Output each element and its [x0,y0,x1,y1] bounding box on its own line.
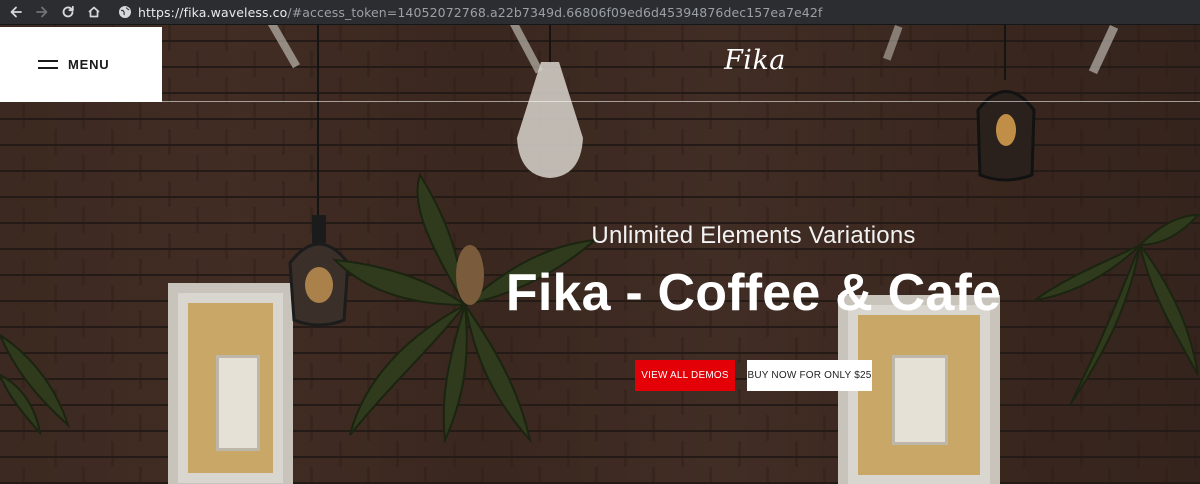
hanging-plant [0,333,70,435]
pendant-lamp [976,90,1036,182]
framed-illustration [216,355,260,451]
hero-section [0,25,1200,484]
hamburger-icon [38,59,58,70]
url-text: https://fika.waveless.co/#access_token=1… [138,5,822,20]
reload-icon [62,5,74,18]
back-button[interactable] [6,2,26,22]
menu-button[interactable]: MENU [0,27,162,102]
reload-button[interactable] [58,2,78,22]
picture-frame [168,283,293,484]
lamp-cord [1004,25,1006,80]
forward-button[interactable] [32,2,52,22]
brick-row [0,51,1200,77]
home-icon [88,6,100,18]
url-domain: https://fika.waveless.co [138,4,288,20]
view-all-demos-button[interactable]: VIEW ALL DEMOS [635,360,735,391]
menu-label: MENU [68,57,110,72]
brick-row [0,25,1200,51]
lamp-cord [317,25,319,225]
buy-now-button[interactable]: BUY NOW FOR ONLY $25 [747,360,872,391]
site-logo[interactable]: Fika [700,45,810,76]
arrow-left-icon [10,6,22,18]
address-bar[interactable]: https://fika.waveless.co/#access_token=1… [118,5,822,20]
framed-illustration [892,355,948,445]
globe-icon [119,6,131,18]
pendant-lamp [517,62,583,178]
home-button[interactable] [84,2,104,22]
header-divider [162,101,1200,102]
browser-toolbar: https://fika.waveless.co/#access_token=1… [0,0,1200,25]
arrow-right-icon [36,6,48,18]
url-path: /#access_token=14052072768.a22b7349d.668… [287,4,823,20]
hero-title: Fika - Coffee & Cafe [505,264,1002,322]
hero-subtitle: Unlimited Elements Variations [591,222,916,249]
hanging-plant [1034,213,1200,406]
